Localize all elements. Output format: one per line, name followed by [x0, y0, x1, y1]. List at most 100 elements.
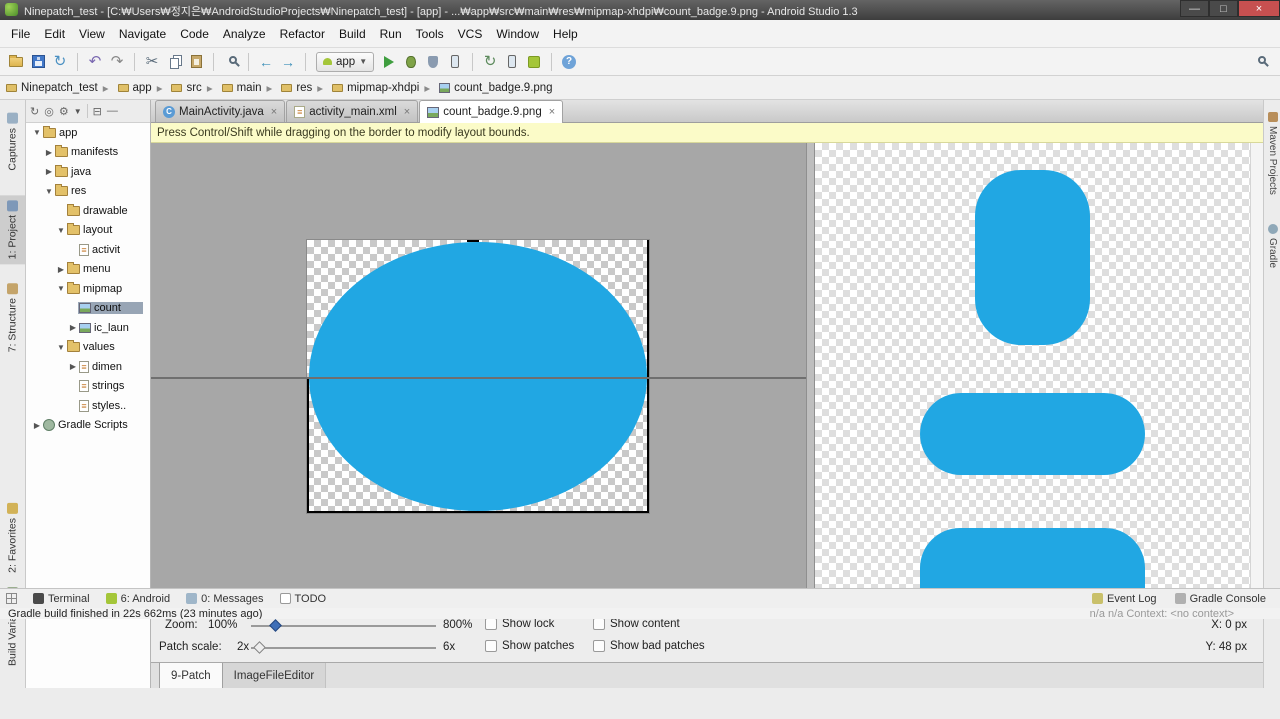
tool-tab-favorites[interactable]: 2: Favorites	[0, 498, 25, 578]
checkbox-box[interactable]	[593, 640, 605, 652]
menu-vcs[interactable]: VCS	[451, 24, 490, 44]
tool-button-android[interactable]: 6: Android	[105, 593, 170, 605]
patch-scale-slider-thumb[interactable]	[253, 641, 266, 654]
tree-row-app[interactable]: ▼ app	[26, 123, 150, 143]
patch-scale-slider[interactable]	[251, 641, 436, 654]
tool-tab-maven-projects[interactable]: Maven Projects	[1265, 108, 1280, 199]
expand-arrow-icon[interactable]: ▶	[44, 167, 54, 176]
checkbox-box[interactable]	[593, 618, 605, 630]
checkbox-show-content[interactable]: Show content	[593, 618, 680, 630]
expand-arrow-icon[interactable]: ▼	[32, 128, 42, 137]
forward-icon[interactable]: →	[278, 52, 298, 72]
menu-window[interactable]: Window	[489, 24, 546, 44]
menu-refactor[interactable]: Refactor	[273, 24, 332, 44]
tree-row-dimens[interactable]: ▶ dimen	[26, 357, 150, 377]
tab-mainactivity-java[interactable]: MainActivity.java ×	[155, 100, 286, 122]
sdk-manager-icon[interactable]	[524, 52, 544, 72]
copy-icon[interactable]	[164, 52, 184, 72]
content-marker-bottom[interactable]	[307, 511, 649, 513]
help-icon[interactable]: ?	[559, 52, 579, 72]
undo-icon[interactable]: ↶	[85, 52, 105, 72]
breadcrumb-item-file[interactable]: count_badge.9.png	[419, 81, 553, 95]
expand-arrow-icon[interactable]: ▼	[44, 187, 54, 196]
locate-icon[interactable]: ◎	[44, 105, 54, 118]
sync-icon[interactable]: ↻	[50, 52, 70, 72]
expand-arrow-icon[interactable]: ▼	[56, 284, 66, 293]
checkbox-show-patches[interactable]: Show patches	[485, 640, 574, 652]
refresh-icon[interactable]: ↻	[30, 105, 39, 118]
checkbox-show-bad-patches[interactable]: Show bad patches	[593, 640, 705, 652]
ninepatch-canvas[interactable]	[151, 143, 806, 612]
tree-row-activity-main[interactable]: activit	[26, 240, 150, 260]
menu-edit[interactable]: Edit	[37, 24, 72, 44]
attach-debugger-icon[interactable]	[445, 52, 465, 72]
menu-code[interactable]: Code	[173, 24, 216, 44]
breadcrumb-item-app[interactable]: app	[98, 81, 152, 95]
open-file-icon[interactable]	[6, 52, 26, 72]
tree-row-manifests[interactable]: ▶ manifests	[26, 143, 150, 163]
menu-analyze[interactable]: Analyze	[216, 24, 273, 44]
tool-tab-captures[interactable]: Captures	[0, 108, 25, 176]
tree-row-java[interactable]: ▶ java	[26, 162, 150, 182]
close-button[interactable]: ×	[1238, 0, 1280, 17]
tool-button-event-log[interactable]: Event Log	[1092, 593, 1157, 605]
preview-scrollbar[interactable]	[1250, 143, 1263, 612]
paste-icon[interactable]	[186, 52, 206, 72]
tool-tab-gradle[interactable]: Gradle	[1265, 220, 1280, 272]
expand-arrow-icon[interactable]: ▼	[56, 343, 66, 352]
tool-button-todo[interactable]: TODO	[279, 593, 326, 605]
tab-9-patch[interactable]: 9-Patch	[159, 663, 223, 688]
tab-count-badge-png[interactable]: count_badge.9.png ×	[419, 100, 564, 123]
save-all-icon[interactable]	[28, 52, 48, 72]
maximize-button[interactable]: □	[1209, 0, 1238, 17]
redo-icon[interactable]: ↷	[107, 52, 127, 72]
checkbox-show-lock[interactable]: Show lock	[485, 618, 554, 630]
breadcrumb-item-src[interactable]: src	[152, 81, 202, 95]
menu-file[interactable]: File	[4, 24, 37, 44]
tree-row-gradle-scripts[interactable]: ▶ Gradle Scripts	[26, 416, 150, 436]
tool-button-terminal[interactable]: Terminal	[33, 593, 90, 605]
minimize-button[interactable]: —	[1180, 0, 1209, 17]
expand-arrow-icon[interactable]: ▶	[68, 323, 78, 332]
menu-build[interactable]: Build	[332, 24, 373, 44]
editor-splitter[interactable]	[806, 143, 815, 612]
coverage-icon[interactable]	[423, 52, 443, 72]
tool-windows-toggle-icon[interactable]	[6, 593, 17, 604]
tree-row-layout[interactable]: ▼ layout	[26, 221, 150, 241]
stretch-marker-top[interactable]	[467, 240, 479, 242]
tree-row-res[interactable]: ▼ res	[26, 182, 150, 202]
tree-row-mipmap[interactable]: ▼ mipmap	[26, 279, 150, 299]
search-everywhere-icon[interactable]	[1250, 52, 1270, 72]
menu-run[interactable]: Run	[373, 24, 409, 44]
menu-help[interactable]: Help	[546, 24, 585, 44]
tree-row-ic-launcher[interactable]: ▶ ic_laun	[26, 318, 150, 338]
breadcrumb-item-res[interactable]: res	[262, 81, 312, 95]
debug-icon[interactable]	[401, 52, 421, 72]
run-button[interactable]	[379, 52, 399, 72]
collapse-all-icon[interactable]: ⊟	[93, 105, 102, 118]
tree-row-count-badge[interactable]: count	[26, 299, 150, 319]
find-icon[interactable]	[221, 52, 241, 72]
zoom-slider-thumb[interactable]	[269, 619, 282, 632]
hide-panel-icon[interactable]: —	[107, 105, 118, 117]
expand-arrow-icon[interactable]: ▼	[56, 226, 66, 235]
tab-image-file-editor[interactable]: ImageFileEditor	[222, 663, 327, 688]
tree-row-values[interactable]: ▼ values	[26, 338, 150, 358]
expand-arrow-icon[interactable]: ▶	[56, 265, 66, 274]
expand-arrow-icon[interactable]: ▶	[44, 148, 54, 157]
menu-navigate[interactable]: Navigate	[112, 24, 173, 44]
close-icon[interactable]: ×	[549, 106, 555, 118]
tree-row-drawable[interactable]: drawable	[26, 201, 150, 221]
tool-button-gradle-console[interactable]: Gradle Console	[1174, 593, 1266, 605]
close-icon[interactable]: ×	[404, 106, 410, 118]
tree-row-strings[interactable]: strings	[26, 377, 150, 397]
menu-view[interactable]: View	[72, 24, 112, 44]
checkbox-box[interactable]	[485, 640, 497, 652]
avd-manager-icon[interactable]	[502, 52, 522, 72]
run-config-dropdown[interactable]: app ▼	[316, 51, 375, 72]
slider-track[interactable]	[251, 647, 436, 649]
back-icon[interactable]: ←	[256, 52, 276, 72]
gradle-sync-icon[interactable]: ↻	[480, 52, 500, 72]
tool-tab-structure[interactable]: 7: Structure	[0, 278, 25, 357]
checkbox-box[interactable]	[485, 618, 497, 630]
